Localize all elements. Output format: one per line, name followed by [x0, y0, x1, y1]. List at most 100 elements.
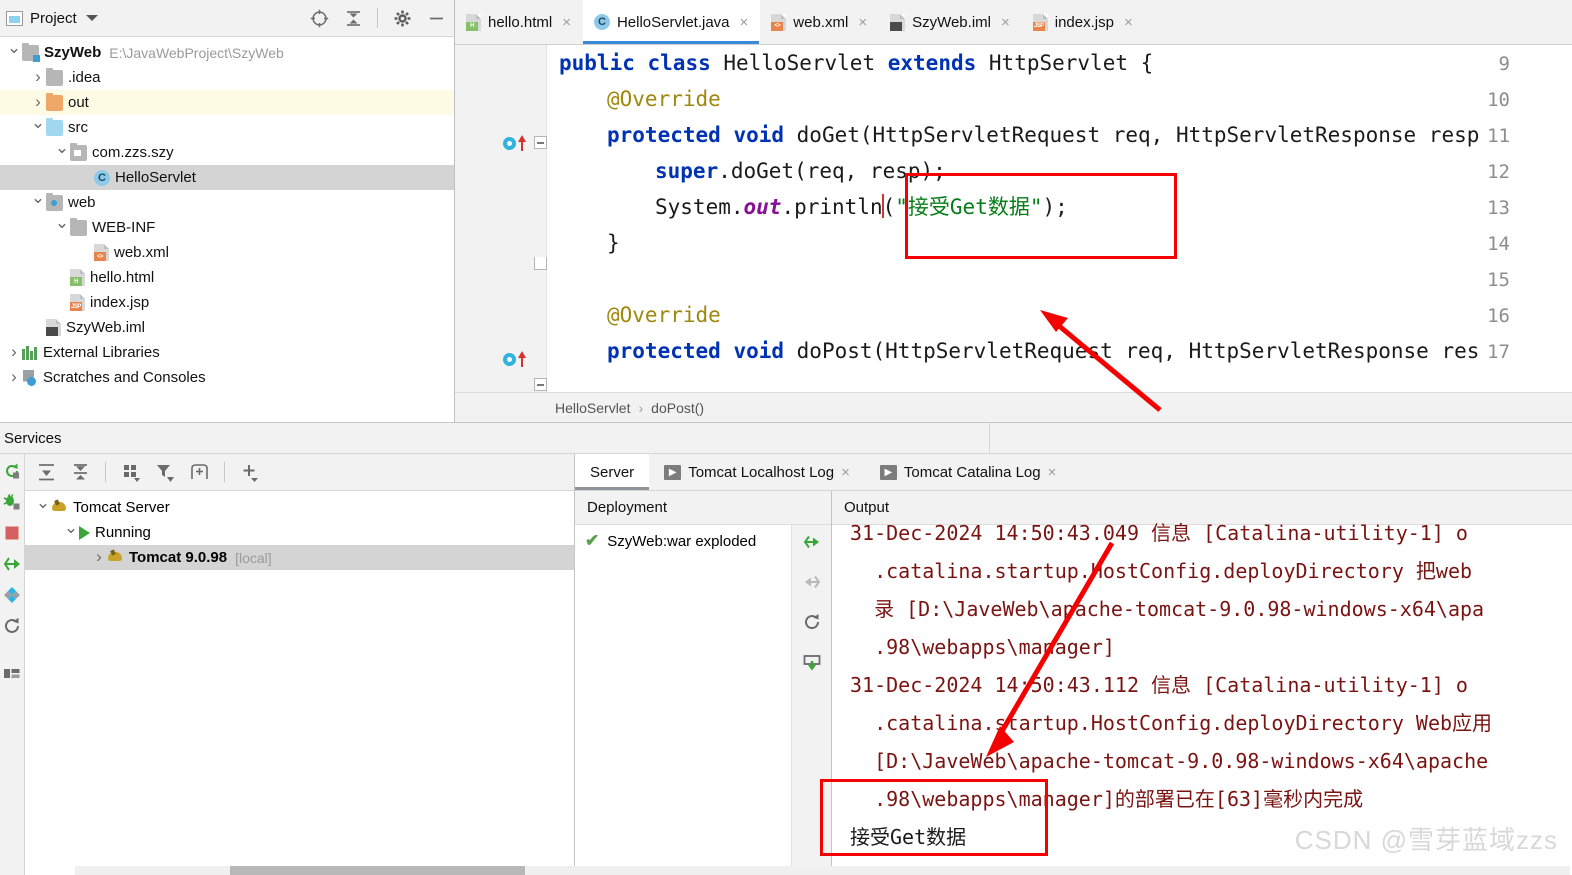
- chevron-down-icon[interactable]: [35, 498, 51, 518]
- code-line-17[interactable]: protected void doPost(HttpServletRequest…: [547, 333, 1572, 369]
- undeploy-icon[interactable]: [803, 573, 821, 591]
- code-line-11[interactable]: protected void doGet(HttpServletRequest …: [547, 117, 1572, 153]
- services-tab-tomcat-localhost-log[interactable]: ▶ Tomcat Localhost Log ×: [649, 454, 865, 490]
- services-tree-item-tomcat-9-0-98[interactable]: Tomcat 9.0.98 [local]: [25, 545, 574, 570]
- services-toolbar[interactable]: [25, 454, 574, 491]
- project-tree-item-out[interactable]: out: [0, 90, 454, 115]
- chevron-down-icon[interactable]: [85, 15, 98, 21]
- stop-icon[interactable]: [3, 524, 21, 542]
- editor-tab-bar[interactable]: Hhello.html × C HelloServlet.java × <> web.xml…: [455, 0, 1572, 45]
- code-line-9[interactable]: public class HelloServlet extends HttpSe…: [547, 45, 1572, 81]
- download-icon[interactable]: [803, 653, 821, 671]
- services-left-rail[interactable]: [0, 454, 25, 875]
- settings-diamond-icon[interactable]: [3, 586, 21, 604]
- project-tree-item-com-zzs-szy[interactable]: com.zzs.szy: [0, 140, 454, 165]
- code-line-15[interactable]: [547, 261, 1572, 297]
- code-line-10[interactable]: @Override: [547, 81, 1572, 117]
- log-icon: ▶: [879, 464, 897, 480]
- code-fold-icon[interactable]: [534, 257, 547, 270]
- locate-icon[interactable]: [309, 8, 329, 28]
- chevron-right-icon[interactable]: [91, 548, 107, 568]
- editor-tab-index-jsp[interactable]: JSP index.jsp ×: [1022, 0, 1145, 44]
- chevron-right-icon[interactable]: [6, 368, 22, 388]
- editor-tab-hello-html[interactable]: Hhello.html ×: [455, 0, 583, 44]
- project-tree-item-web-inf[interactable]: WEB-INF: [0, 215, 454, 240]
- services-tab-tomcat-catalina-log[interactable]: ▶ Tomcat Catalina Log ×: [865, 454, 1072, 490]
- gear-icon[interactable]: [392, 8, 412, 28]
- deploy-icon[interactable]: [3, 555, 21, 573]
- services-tab-bar[interactable]: Server ▶ Tomcat Localhost Log × ▶ Tomcat Cata…: [575, 454, 1572, 491]
- chevron-right-icon[interactable]: [6, 343, 22, 363]
- expand-all-icon[interactable]: [35, 461, 57, 483]
- project-tree-item-helloservlet[interactable]: C HelloServlet: [0, 165, 454, 190]
- add-frame-icon[interactable]: [188, 461, 210, 483]
- close-icon[interactable]: ×: [562, 14, 571, 31]
- jsp-file-icon: JSP: [1032, 13, 1048, 31]
- close-icon[interactable]: ×: [841, 464, 850, 481]
- code-fold-icon[interactable]: [534, 136, 547, 149]
- code-line-16[interactable]: @Override: [547, 297, 1572, 333]
- services-tab-server[interactable]: Server: [575, 454, 650, 490]
- project-tree-item-hello-html[interactable]: Hhello.html: [0, 265, 454, 290]
- project-tree-item-web[interactable]: web: [0, 190, 454, 215]
- chevron-right-icon[interactable]: [30, 93, 46, 113]
- services-item-label: Tomcat Server: [73, 499, 170, 516]
- chevron-down-icon[interactable]: [6, 43, 22, 63]
- chevron-down-icon[interactable]: [54, 143, 70, 163]
- run-gutter-icon[interactable]: [503, 135, 526, 151]
- close-icon[interactable]: ×: [740, 14, 749, 31]
- close-icon[interactable]: ×: [858, 14, 867, 31]
- deploy-icon[interactable]: [803, 533, 821, 551]
- layout-icon[interactable]: [3, 664, 21, 682]
- collapse-all-icon[interactable]: [69, 461, 91, 483]
- rerun-icon[interactable]: [3, 462, 21, 480]
- run-gutter-icon[interactable]: [503, 351, 526, 367]
- close-icon[interactable]: ×: [1048, 464, 1057, 481]
- tab-label: Tomcat Catalina Log: [903, 463, 1041, 481]
- project-tree-item-external-libraries[interactable]: External Libraries: [0, 340, 454, 365]
- editor-tab-helloservlet-java[interactable]: C HelloServlet.java ×: [582, 0, 761, 44]
- services-tree-item-running[interactable]: Running: [25, 520, 574, 545]
- restart-icon[interactable]: [3, 617, 21, 635]
- chevron-down-icon[interactable]: [30, 193, 46, 213]
- group-by-icon[interactable]: [120, 461, 142, 483]
- project-tree-item-szyweb-iml[interactable]: SzyWeb.iml: [0, 315, 454, 340]
- chevron-down-icon[interactable]: [30, 118, 46, 138]
- services-tree[interactable]: Tomcat Server Running Tomcat 9.0.98 [local]: [25, 491, 574, 875]
- chevron-down-icon[interactable]: [63, 523, 79, 543]
- chevron-right-icon[interactable]: [30, 68, 46, 88]
- breadcrumb-method[interactable]: doPost(): [651, 400, 704, 416]
- project-tree-item-index-jsp[interactable]: JSP index.jsp: [0, 290, 454, 315]
- run-icon[interactable]: [503, 352, 516, 366]
- project-tree-item-scratches-and-consoles[interactable]: Scratches and Consoles: [0, 365, 454, 390]
- chevron-down-icon[interactable]: [54, 218, 70, 238]
- minimize-icon[interactable]: [426, 8, 446, 28]
- project-tree[interactable]: SzyWeb E:\JavaWebProject\SzyWeb .idea out sr…: [0, 37, 454, 422]
- debug-icon[interactable]: [3, 493, 21, 511]
- override-arrow-icon[interactable]: [518, 135, 526, 151]
- close-icon[interactable]: ×: [1124, 14, 1133, 31]
- breadcrumb-class[interactable]: HelloServlet: [555, 400, 630, 416]
- project-tree-item-src[interactable]: src: [0, 115, 454, 140]
- close-icon[interactable]: ×: [1001, 14, 1010, 31]
- redeploy-icon[interactable]: [803, 613, 821, 631]
- project-tree-item--idea[interactable]: .idea: [0, 65, 454, 90]
- override-arrow-icon[interactable]: [518, 351, 526, 367]
- project-tree-item-web-xml[interactable]: <> web.xml: [0, 240, 454, 265]
- horizontal-scrollbar[interactable]: [75, 866, 1570, 875]
- filter-icon[interactable]: [154, 461, 176, 483]
- editor-tab-szyweb-iml[interactable]: SzyWeb.iml ×: [879, 0, 1022, 44]
- deployment-list[interactable]: ✔ SzyWeb:war exploded: [575, 525, 791, 875]
- collapse-all-icon[interactable]: [343, 8, 363, 28]
- code-fold-icon[interactable]: [534, 378, 547, 391]
- add-icon[interactable]: [239, 461, 261, 483]
- deployment-item[interactable]: ✔ SzyWeb:war exploded: [575, 525, 791, 557]
- libraries-icon: [22, 345, 38, 360]
- services-tree-item-tomcat-server[interactable]: Tomcat Server: [25, 495, 574, 520]
- project-tree-item-szyweb[interactable]: SzyWeb E:\JavaWebProject\SzyWeb: [0, 40, 454, 65]
- code-token: protected: [607, 123, 734, 147]
- scrollbar-thumb[interactable]: [230, 866, 525, 875]
- run-icon[interactable]: [503, 136, 516, 150]
- editor-tab-web-xml[interactable]: <> web.xml ×: [760, 0, 879, 44]
- breadcrumb[interactable]: HelloServlet › doPost(): [455, 392, 1572, 422]
